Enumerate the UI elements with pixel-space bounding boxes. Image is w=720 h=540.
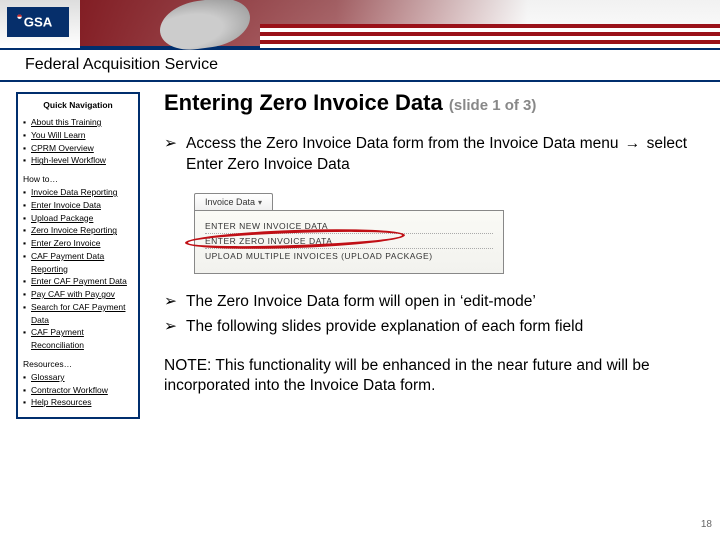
bullet-text: The Zero Invoice Data form will open in … bbox=[186, 292, 708, 313]
bullet-item: ➢ The Zero Invoice Data form will open i… bbox=[164, 292, 708, 313]
sidebar-resources-list: ▪Glossary ▪Contractor Workflow ▪Help Res… bbox=[23, 371, 133, 409]
sidebar-title: Quick Navigation bbox=[23, 100, 133, 110]
bullet-item: ➢ The following slides provide explanati… bbox=[164, 317, 708, 338]
sidebar-item: ▪About this Training bbox=[23, 116, 133, 129]
sidebar-item: ▪Help Resources bbox=[23, 396, 133, 409]
nav-link-search-caf[interactable]: Search for CAF Payment Data bbox=[31, 301, 133, 327]
sidebar-item: ▪Zero Invoice Reporting bbox=[23, 224, 133, 237]
howto-label: How to… bbox=[23, 174, 133, 184]
nav-link-enter-zero[interactable]: Enter Zero Invoice bbox=[31, 237, 100, 250]
sidebar-item: ▪High-level Workflow bbox=[23, 154, 133, 167]
gsa-logo: GSA bbox=[7, 7, 69, 37]
screenshot-tab-label: Invoice Data bbox=[205, 197, 255, 207]
sidebar-item: ▪You Will Learn bbox=[23, 129, 133, 142]
sidebar-top-list: ▪About this Training ▪You Will Learn ▪CP… bbox=[23, 116, 133, 167]
sidebar-item: ▪CAF Payment Data Reporting bbox=[23, 250, 133, 276]
sidebar-item: ▪Glossary bbox=[23, 371, 133, 384]
sidebar-item: ▪Upload Package bbox=[23, 212, 133, 225]
sidebar-item: ▪CAF Payment Reconciliation bbox=[23, 326, 133, 352]
bullet-item: ➢ Access the Zero Invoice Data form from… bbox=[164, 134, 708, 176]
slide-subtitle: (slide 1 of 3) bbox=[449, 97, 537, 114]
main-content: Entering Zero Invoice Data (slide 1 of 3… bbox=[140, 92, 720, 419]
nav-link-about[interactable]: About this Training bbox=[31, 116, 101, 129]
quick-nav-sidebar: Quick Navigation ▪About this Training ▪Y… bbox=[16, 92, 140, 419]
nav-link-workflow[interactable]: High-level Workflow bbox=[31, 154, 106, 167]
sidebar-item: ▪CPRM Overview bbox=[23, 142, 133, 155]
menu-screenshot: Invoice Data▾ Enter New Invoice Data Ent… bbox=[194, 192, 504, 274]
nav-link-contractor[interactable]: Contractor Workflow bbox=[31, 384, 108, 397]
screenshot-item: Upload Multiple Invoices (Upload Package… bbox=[205, 249, 493, 263]
sidebar-howto-list: ▪Invoice Data Reporting ▪Enter Invoice D… bbox=[23, 186, 133, 352]
svg-text:GSA: GSA bbox=[24, 14, 53, 29]
nav-link-paygov[interactable]: Pay CAF with Pay.gov bbox=[31, 288, 115, 301]
nav-link-upload[interactable]: Upload Package bbox=[31, 212, 93, 225]
slide-title: Entering Zero Invoice Data (slide 1 of 3… bbox=[164, 90, 708, 116]
sidebar-item: ▪Enter CAF Payment Data bbox=[23, 275, 133, 288]
bullet-text: The following slides provide explanation… bbox=[186, 317, 708, 338]
bullet-arrow-icon: ➢ bbox=[164, 317, 186, 338]
service-title: Federal Acquisition Service bbox=[25, 56, 218, 74]
bullet-arrow-icon: ➢ bbox=[164, 292, 186, 313]
right-arrow-icon: → bbox=[625, 134, 641, 155]
nav-link-overview[interactable]: CPRM Overview bbox=[31, 142, 94, 155]
note-text: NOTE: This functionality will be enhance… bbox=[164, 356, 708, 396]
nav-link-enter-invoice[interactable]: Enter Invoice Data bbox=[31, 199, 101, 212]
banner: GSA bbox=[0, 0, 720, 48]
bullets-bottom: ➢ The Zero Invoice Data form will open i… bbox=[164, 292, 708, 338]
resources-label: Resources… bbox=[23, 359, 133, 369]
dropdown-icon: ▾ bbox=[258, 198, 262, 207]
sidebar-item: ▪Contractor Workflow bbox=[23, 384, 133, 397]
screenshot-item-highlighted: Enter Zero Invoice Data bbox=[205, 234, 493, 249]
screenshot-dropdown: Enter New Invoice Data Enter Zero Invoic… bbox=[194, 210, 504, 274]
sidebar-item: ▪Enter Zero Invoice bbox=[23, 237, 133, 250]
page-number: 18 bbox=[701, 519, 712, 530]
slide-title-text: Entering Zero Invoice Data bbox=[164, 90, 443, 115]
nav-link-learn[interactable]: You Will Learn bbox=[31, 129, 86, 142]
gsa-logo-svg: GSA bbox=[16, 13, 60, 31]
sidebar-item: ▪Pay CAF with Pay.gov bbox=[23, 288, 133, 301]
nav-link-glossary[interactable]: Glossary bbox=[31, 371, 65, 384]
nav-link-caf-report[interactable]: CAF Payment Data Reporting bbox=[31, 250, 133, 276]
bullets-top: ➢ Access the Zero Invoice Data form from… bbox=[164, 134, 708, 176]
flag-image bbox=[80, 0, 720, 48]
nav-link-invoice-report[interactable]: Invoice Data Reporting bbox=[31, 186, 117, 199]
screenshot-tab: Invoice Data▾ bbox=[194, 193, 273, 210]
nav-link-enter-caf[interactable]: Enter CAF Payment Data bbox=[31, 275, 127, 288]
nav-link-zero-report[interactable]: Zero Invoice Reporting bbox=[31, 224, 117, 237]
nav-link-help[interactable]: Help Resources bbox=[31, 396, 91, 409]
sidebar-item: ▪Enter Invoice Data bbox=[23, 199, 133, 212]
sidebar-item: ▪Search for CAF Payment Data bbox=[23, 301, 133, 327]
header-bar: Federal Acquisition Service bbox=[0, 48, 720, 82]
bullet-arrow-icon: ➢ bbox=[164, 134, 186, 176]
bullet-text: Access the Zero Invoice Data form from t… bbox=[186, 134, 708, 176]
sidebar-item: ▪Invoice Data Reporting bbox=[23, 186, 133, 199]
nav-link-recon[interactable]: CAF Payment Reconciliation bbox=[31, 326, 133, 352]
